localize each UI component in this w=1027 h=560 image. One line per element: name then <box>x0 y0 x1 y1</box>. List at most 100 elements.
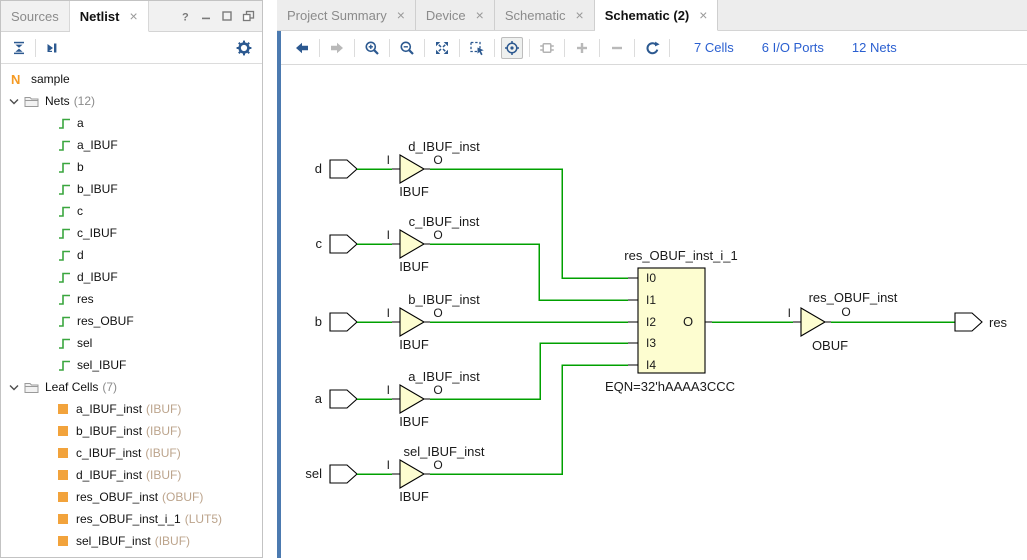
tree-cell-c-ibuf-inst[interactable]: c_IBUF_inst(IBUF) <box>1 442 262 464</box>
netlist-logo-icon: N <box>11 72 25 87</box>
lut-pin-label-i3: I3 <box>646 336 656 350</box>
close-icon[interactable]: × <box>129 9 137 23</box>
tree-group-label: Nets <box>45 94 70 108</box>
cells-link[interactable]: 7 Cells <box>694 40 734 55</box>
tree-cell-a-ibuf-inst[interactable]: a_IBUF_inst(IBUF) <box>1 398 262 420</box>
buffer-pin-out-label: O <box>433 383 442 397</box>
close-icon[interactable]: × <box>397 8 405 22</box>
tree-cell-d-ibuf-inst[interactable]: d_IBUF_inst(IBUF) <box>1 464 262 486</box>
lut-pin-label-i2: I2 <box>646 315 656 329</box>
remove-icon[interactable] <box>606 37 628 59</box>
net-icon <box>58 293 71 306</box>
tree-root-sample[interactable]: Nsample <box>1 68 262 90</box>
help-icon[interactable]: ? <box>179 10 191 23</box>
folder-icon <box>24 381 39 394</box>
buffer-pin-in-label: I <box>387 383 390 397</box>
tree-net-a-ibuf[interactable]: a_IBUF <box>1 134 262 156</box>
float-icon[interactable] <box>242 10 255 22</box>
tab-label: Schematic <box>505 8 566 23</box>
tree-net-label: c_IBUF <box>77 226 117 240</box>
tree-net-b[interactable]: b <box>1 156 262 178</box>
close-icon[interactable]: × <box>699 8 707 22</box>
tree-cell-sel-ibuf-inst[interactable]: sel_IBUF_inst(IBUF) <box>1 530 262 552</box>
cell-pins-icon[interactable] <box>536 37 558 59</box>
toolbar-separator <box>354 39 355 57</box>
zoom-selection-icon[interactable] <box>466 37 488 59</box>
tab-project-summary[interactable]: Project Summary× <box>277 0 416 30</box>
nets-link[interactable]: 12 Nets <box>852 40 897 55</box>
tab-schematic-2[interactable]: Schematic (2)× <box>595 0 719 31</box>
tree-net-b-ibuf[interactable]: b_IBUF <box>1 178 262 200</box>
io-ports-link[interactable]: 6 I/O Ports <box>762 40 824 55</box>
tree-group-leaf-cells[interactable]: Leaf Cells(7) <box>1 376 262 398</box>
tab-sources[interactable]: Sources <box>1 1 70 31</box>
tree-cell-label: c_IBUF_inst <box>76 446 141 460</box>
port-d[interactable] <box>330 160 357 178</box>
tree-net-c[interactable]: c <box>1 200 262 222</box>
tab-netlist[interactable]: Netlist × <box>70 1 149 32</box>
port-res[interactable] <box>955 313 982 331</box>
schematic-canvas-area[interactable]: dIOd_IBUF_instIBUFcIOc_IBUF_instIBUFbIOb… <box>281 65 1027 558</box>
port-c[interactable] <box>330 235 357 253</box>
zoom-out-icon[interactable] <box>396 37 418 59</box>
tree-cell-res-obuf-inst[interactable]: res_OBUF_inst(OBUF) <box>1 486 262 508</box>
port-b[interactable] <box>330 313 357 331</box>
instance-label-res-obuf-inst-i-1: res_OBUF_inst_i_1 <box>624 248 737 263</box>
cell-d-ibuf-inst[interactable] <box>400 155 424 183</box>
tree-net-label: c <box>77 204 83 218</box>
port-sel[interactable] <box>330 465 357 483</box>
schematic-canvas[interactable]: dIOd_IBUF_instIBUFcIOc_IBUF_instIBUFbIOb… <box>281 65 1027 560</box>
zoom-fit-icon[interactable] <box>431 37 453 59</box>
net-icon <box>58 227 71 240</box>
tree-net-d-ibuf[interactable]: d_IBUF <box>1 266 262 288</box>
zoom-in-icon[interactable] <box>361 37 383 59</box>
cell-icon <box>58 514 68 524</box>
tree-cell-label: d_IBUF_inst <box>76 468 142 482</box>
buffer-pin-in-label: I <box>387 153 390 167</box>
tree-net-d[interactable]: d <box>1 244 262 266</box>
cell-res-obuf-inst[interactable] <box>801 308 825 336</box>
port-label-sel: sel <box>305 466 322 481</box>
settings-gear-icon[interactable] <box>233 37 255 59</box>
tree-net-res-obuf[interactable]: res_OBUF <box>1 310 262 332</box>
back-icon[interactable] <box>291 37 313 59</box>
expand-selected-icon[interactable] <box>41 37 63 59</box>
refresh-icon[interactable] <box>641 37 663 59</box>
tree-group-nets[interactable]: Nets(12) <box>1 90 262 112</box>
tree-net-label: b <box>77 160 84 174</box>
tree-net-sel-ibuf[interactable]: sel_IBUF <box>1 354 262 376</box>
net-icon <box>58 359 71 372</box>
cell-b-ibuf-inst[interactable] <box>400 308 424 336</box>
tree-net-sel[interactable]: sel <box>1 332 262 354</box>
collapse-all-icon[interactable] <box>8 37 30 59</box>
close-icon[interactable]: × <box>576 8 584 22</box>
minimize-icon[interactable] <box>200 10 212 22</box>
add-icon[interactable] <box>571 37 593 59</box>
celltype-label: OBUF <box>812 338 848 353</box>
tree-root-label: sample <box>31 72 70 86</box>
close-icon[interactable]: × <box>476 8 484 22</box>
cell-sel-ibuf-inst[interactable] <box>400 460 424 488</box>
buffer-pin-in-label: I <box>387 458 390 472</box>
forward-icon[interactable] <box>326 37 348 59</box>
tree-net-a[interactable]: a <box>1 112 262 134</box>
netlist-tree: NsampleNets(12)aa_IBUFbb_IBUFcc_IBUFdd_I… <box>1 64 262 557</box>
tree-net-c-ibuf[interactable]: c_IBUF <box>1 222 262 244</box>
tree-cell-b-ibuf-inst[interactable]: b_IBUF_inst(IBUF) <box>1 420 262 442</box>
cell-icon <box>58 404 68 414</box>
autofit-selection-icon[interactable] <box>501 37 523 59</box>
tree-cell-res-obuf-inst-i-1[interactable]: res_OBUF_inst_i_1(LUT5) <box>1 508 262 530</box>
port-label-c: c <box>316 236 323 251</box>
cell-a-ibuf-inst[interactable] <box>400 385 424 413</box>
celltype-label: IBUF <box>399 259 429 274</box>
port-a[interactable] <box>330 390 357 408</box>
tab-device[interactable]: Device× <box>416 0 495 30</box>
tab-schematic[interactable]: Schematic × <box>495 0 595 30</box>
cell-c-ibuf-inst[interactable] <box>400 230 424 258</box>
tree-net-res[interactable]: res <box>1 288 262 310</box>
tree-cell-type: (IBUF) <box>155 534 190 548</box>
maximize-icon[interactable] <box>221 10 233 22</box>
instance-label-sel-ibuf-inst: sel_IBUF_inst <box>404 444 485 459</box>
vivado-window: Sources Netlist × ? <box>0 0 1027 558</box>
celltype-label: IBUF <box>399 184 429 199</box>
